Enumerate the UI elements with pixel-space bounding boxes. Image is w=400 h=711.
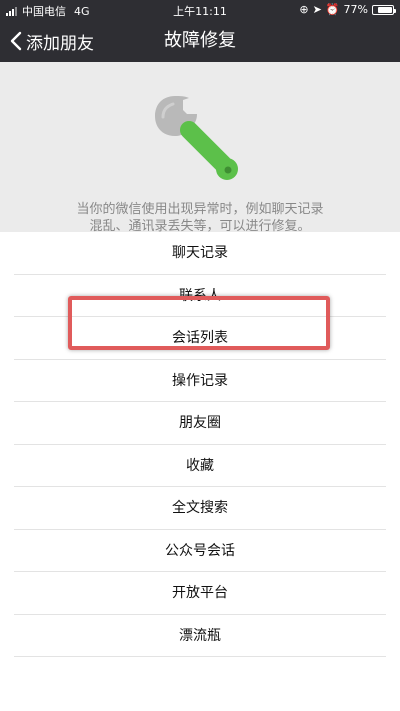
repair-header: 当你的微信使用出现异常时，例如聊天记录 混乱、通讯录丢失等，可以进行修复。: [0, 62, 400, 235]
list-item-contacts[interactable]: 联系人: [14, 275, 386, 317]
list-item-favorites[interactable]: 收藏: [14, 445, 386, 487]
battery-icon: [372, 4, 396, 15]
repair-options-list: 聊天记录 联系人 会话列表 操作记录 朋友圈 收藏 全文搜索 公众号会话 开放平…: [0, 232, 400, 711]
list-item-chat-list[interactable]: 会话列表: [14, 317, 386, 360]
page-title: 故障修复: [164, 30, 236, 51]
list-item-chat-history[interactable]: 聊天记录: [14, 232, 386, 275]
list-item-drift-bottle[interactable]: 漂流瓶: [14, 615, 386, 657]
battery-percent: 77%: [343, 3, 368, 16]
location-icon: ➤: [312, 3, 322, 16]
navigation-bar: 添加朋友 故障修复: [0, 20, 400, 62]
list-item-official-accounts[interactable]: 公众号会话: [14, 530, 386, 572]
wrench-icon: [155, 96, 238, 180]
list-item-operation-log[interactable]: 操作记录: [14, 360, 386, 402]
status-right: ⊕ ➤ ⏰ 77%: [295, 3, 396, 16]
list-bottom-fade: [0, 696, 400, 711]
list-item-open-platform[interactable]: 开放平台: [14, 572, 386, 615]
description-line-1: 当你的微信使用出现异常时，例如聊天记录: [76, 202, 324, 217]
battery-level-fill: [378, 6, 392, 13]
repair-description: 当你的微信使用出现异常时，例如聊天记录 混乱、通讯录丢失等，可以进行修复。: [40, 201, 360, 235]
list-item-full-text-search[interactable]: 全文搜索: [14, 487, 386, 530]
list-item-moments[interactable]: 朋友圈: [14, 402, 386, 445]
status-bar: 中国电信 4G 上午11:11 ⊕ ➤ ⏰ 77%: [0, 0, 400, 20]
lock-rotation-icon: ⊕: [299, 3, 309, 16]
alarm-icon: ⏰: [325, 3, 340, 16]
screen: 中国电信 4G 上午11:11 ⊕ ➤ ⏰ 77% 添加朋友 故障修复 当你的微…: [0, 0, 400, 711]
